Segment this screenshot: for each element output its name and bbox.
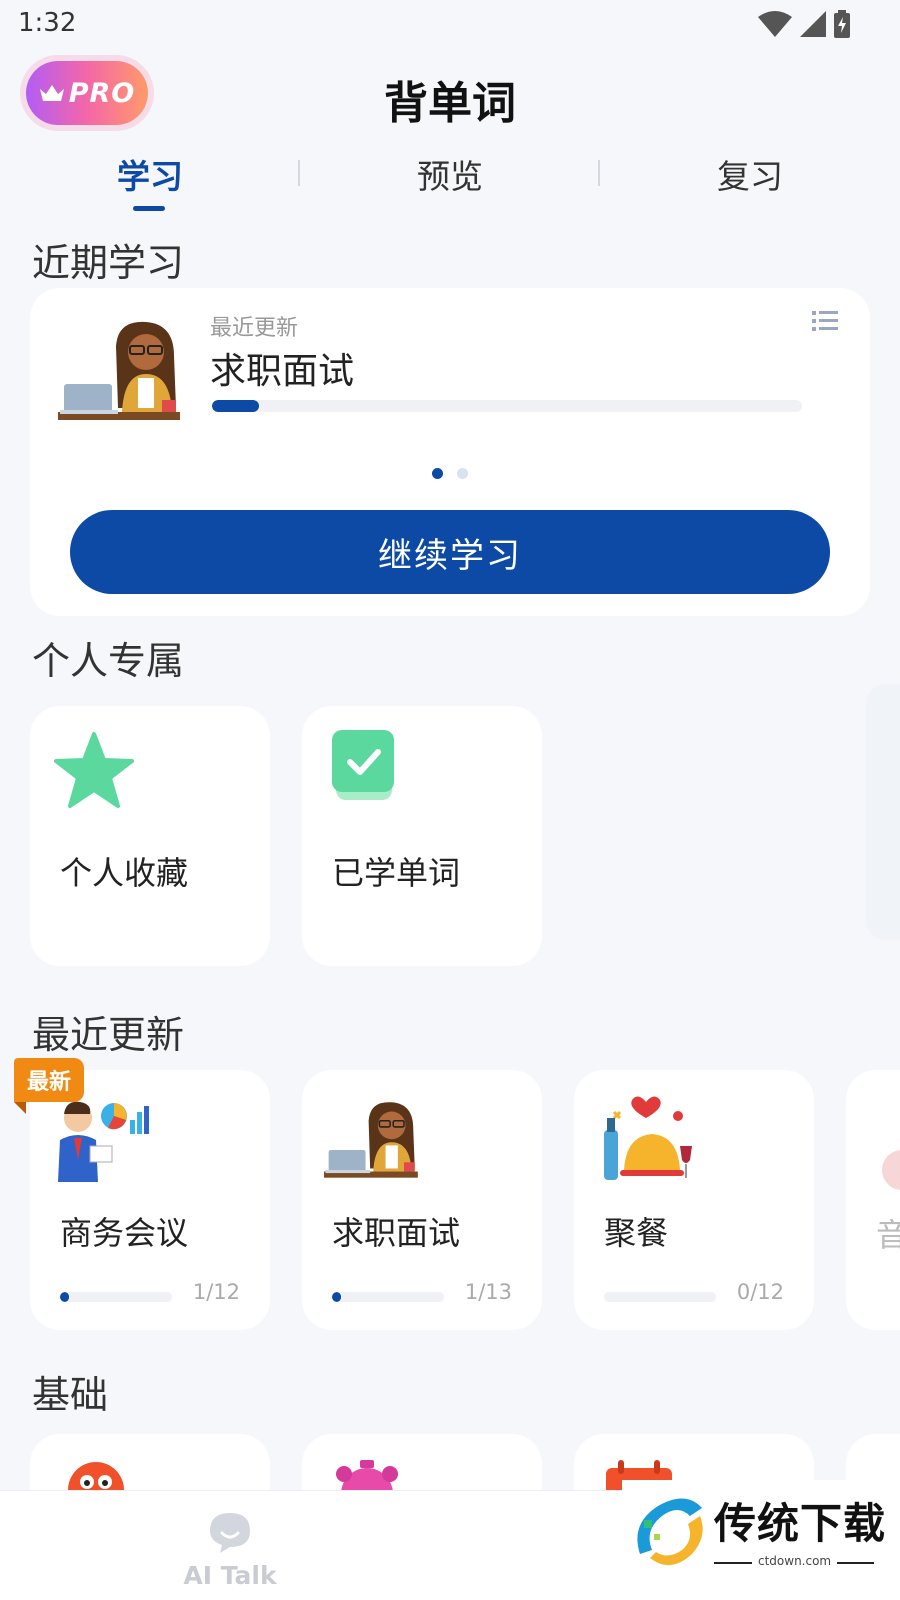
course-name: 商务会议 [60, 1214, 189, 1252]
dinner-illustration [604, 1096, 692, 1180]
carousel-dot-active[interactable] [432, 468, 443, 479]
signal-icon [800, 11, 826, 37]
section-title-recent-study: 近期学习 [32, 241, 185, 285]
course-count: 1/13 [464, 1280, 512, 1304]
recent-study-card[interactable]: 最近更新 求职面试 继续学习 [30, 288, 870, 616]
course-name: 求职面试 [332, 1214, 461, 1252]
recent-progress-fill [212, 400, 260, 412]
course-card-business-meeting[interactable]: 商务会议 1/12 [30, 1070, 270, 1330]
nav-ai-talk[interactable]: AI Talk [170, 1511, 290, 1590]
tab-bar: 学习 预览 复习 [0, 150, 900, 215]
course-count: 0/12 [736, 1280, 784, 1304]
course-progress-bar [604, 1292, 716, 1302]
job-interview-illustration [324, 1102, 418, 1178]
tab-preview[interactable]: 预览 [350, 150, 550, 198]
course-card-partial[interactable]: 音 [846, 1070, 900, 1330]
watermark-url: ctdown.com [752, 1554, 838, 1568]
course-progress-bar [60, 1292, 172, 1302]
partial-tile [866, 684, 900, 940]
tab-divider [598, 160, 600, 186]
carousel-dot[interactable] [457, 468, 468, 479]
course-progress-fill [60, 1292, 70, 1302]
battery-icon [834, 10, 850, 38]
checkbox-icon [332, 730, 394, 800]
active-tab-indicator [133, 206, 165, 211]
status-icons [758, 10, 850, 38]
carousel-dots [30, 468, 870, 479]
watermark: 传统下载 ctdown.com [622, 1480, 900, 1600]
tab-divider [298, 160, 300, 186]
course-card-job-interview[interactable]: 求职面试 1/13 [302, 1070, 542, 1330]
favorites-label: 个人收藏 [60, 854, 189, 892]
tab-study[interactable]: 学习 [50, 150, 250, 198]
partial-illustration [882, 1150, 900, 1190]
job-interview-illustration [58, 321, 180, 420]
wifi-icon [758, 11, 792, 37]
star-icon [54, 732, 134, 808]
course-progress-fill [332, 1292, 341, 1302]
continue-study-button[interactable]: 继续学习 [70, 510, 830, 594]
partial-course-name: 音 [876, 1216, 900, 1254]
page-title: 背单词 [384, 78, 516, 129]
status-time: 1:32 [18, 8, 77, 38]
recent-topic-name: 求职面试 [210, 351, 355, 392]
chat-bubble-icon [210, 1513, 250, 1553]
course-card-dinner[interactable]: 聚餐 0/12 [574, 1070, 814, 1330]
status-bar: 1:32 [0, 0, 900, 50]
list-icon[interactable] [812, 310, 838, 332]
new-badge: 最新 [14, 1058, 84, 1102]
learned-words-tile[interactable]: 已学单词 [302, 706, 542, 966]
new-badge-fold [14, 1102, 26, 1114]
section-title-recent-updates: 最近更新 [32, 1013, 185, 1057]
recent-progress-bar [212, 400, 802, 412]
tab-review[interactable]: 复习 [650, 150, 850, 198]
watermark-title: 传统下载 [714, 1499, 887, 1548]
recent-subtitle: 最近更新 [210, 316, 299, 341]
watermark-logo [637, 1498, 703, 1566]
nav-ai-talk-label: AI Talk [183, 1561, 277, 1590]
course-name: 聚餐 [604, 1214, 669, 1252]
course-count: 1/12 [192, 1280, 240, 1304]
learned-words-label: 已学单词 [332, 854, 461, 892]
course-progress-bar [332, 1292, 444, 1302]
favorites-tile[interactable]: 个人收藏 [30, 706, 270, 966]
business-meeting-illustration [58, 1101, 149, 1182]
header: PRO 背单词 [0, 55, 900, 135]
section-title-personal: 个人专属 [32, 639, 185, 683]
section-title-basics: 基础 [32, 1373, 109, 1417]
